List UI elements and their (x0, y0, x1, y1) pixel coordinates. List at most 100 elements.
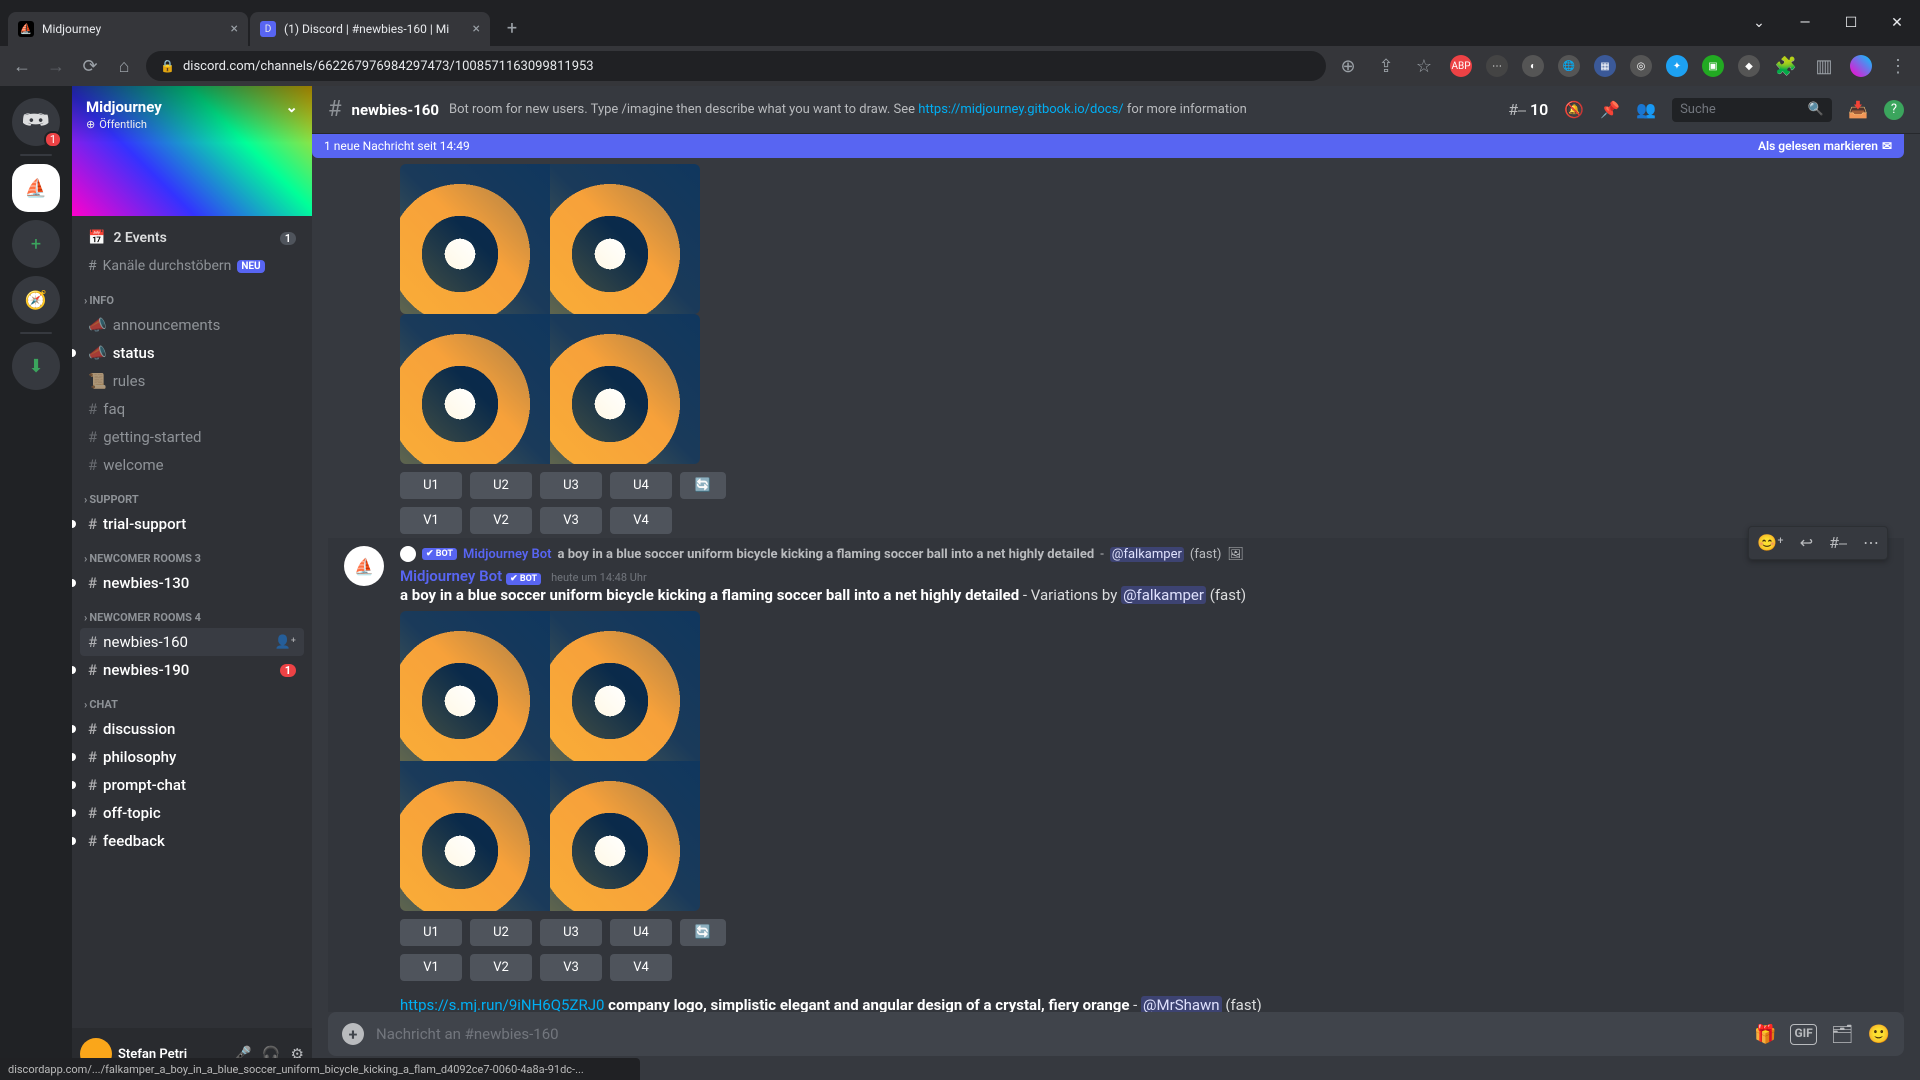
v1-button[interactable]: V1 (400, 954, 462, 981)
extensions-icon[interactable]: 🧩 (1774, 56, 1798, 77)
reload-button[interactable]: ⟳ (78, 56, 102, 77)
translate-icon[interactable]: ⊕ (1336, 56, 1360, 77)
channel-trial-support[interactable]: #trial-support (80, 510, 304, 538)
close-icon[interactable]: × (231, 21, 238, 37)
image-grid[interactable] (400, 164, 700, 314)
back-button[interactable]: ← (10, 56, 34, 77)
category-info[interactable]: › INFO (80, 280, 304, 311)
image-cell[interactable] (550, 761, 700, 911)
author-avatar[interactable]: ⛵ (344, 546, 384, 586)
more-icon[interactable]: ⋯ (1855, 527, 1887, 559)
refresh-button[interactable]: 🔄 (680, 472, 726, 499)
browser-tab-midjourney[interactable]: ⛵ Midjourney × (8, 12, 248, 46)
category-nr3[interactable]: › NEWCOMER ROOMS 3 (80, 538, 304, 569)
message-reply-ref[interactable]: ✔ BOT Midjourney Bot a boy in a blue soc… (400, 546, 1864, 562)
u1-button[interactable]: U1 (400, 472, 462, 499)
category-chat[interactable]: › CHAT (80, 684, 304, 715)
v2-button[interactable]: V2 (470, 954, 532, 981)
gif-icon[interactable]: GIF (1790, 1024, 1816, 1045)
channel-welcome[interactable]: #welcome (80, 451, 304, 479)
image-cell[interactable] (550, 164, 700, 314)
ext-globe-icon[interactable]: 🌐 (1558, 55, 1580, 77)
ext-icon[interactable]: ✦ (1666, 55, 1688, 77)
search-input[interactable]: Suche 🔍 (1672, 98, 1832, 122)
image-grid[interactable] (400, 314, 700, 464)
members-icon[interactable]: 👥 (1636, 100, 1656, 119)
thread-icon[interactable]: #⎯ (1821, 527, 1855, 559)
window-minimize[interactable]: — (1782, 0, 1828, 46)
channel-newbies-160[interactable]: #newbies-160👤⁺ (80, 628, 304, 656)
ext-icon[interactable]: ⋯ (1486, 55, 1508, 77)
v4-button[interactable]: V4 (610, 954, 672, 981)
channel-discussion[interactable]: #discussion (80, 715, 304, 743)
channel-feedback[interactable]: #feedback (80, 827, 304, 855)
channel-faq[interactable]: #faq (80, 395, 304, 423)
channel-rules[interactable]: 📜rules (80, 367, 304, 395)
emoji-icon[interactable]: 🙂 (1868, 1024, 1890, 1045)
ext-icon[interactable]: ▦ (1594, 55, 1616, 77)
pins-icon[interactable]: 📌 (1600, 100, 1620, 119)
ext-abp-icon[interactable]: ABP (1450, 55, 1472, 77)
chrome-menu-icon[interactable]: ⋮ (1886, 56, 1910, 77)
attach-button[interactable]: + (342, 1023, 364, 1045)
ext-icon[interactable]: ◐ (1522, 55, 1544, 77)
bookmark-icon[interactable]: ☆ (1412, 56, 1436, 77)
v3-button[interactable]: V3 (540, 507, 602, 534)
u1-button[interactable]: U1 (400, 919, 462, 946)
home-button[interactable]: ⌂ (112, 56, 136, 77)
v2-button[interactable]: V2 (470, 507, 532, 534)
add-reaction-icon[interactable]: 😊⁺ (1749, 527, 1791, 559)
threads-icon[interactable]: #⎯ 10 (1508, 100, 1548, 120)
message-list[interactable]: U1 U2 U3 U4 🔄 V1 V2 V3 V4 😊⁺ ↩ (312, 158, 1920, 1012)
channel-topic[interactable]: Bot room for new users. Type /imagine th… (449, 102, 1498, 117)
u2-button[interactable]: U2 (470, 472, 532, 499)
forward-button[interactable]: → (44, 56, 68, 77)
u4-button[interactable]: U4 (610, 919, 672, 946)
ext-icon[interactable]: ◆ (1738, 55, 1760, 77)
image-cell[interactable] (400, 314, 550, 464)
v3-button[interactable]: V3 (540, 954, 602, 981)
download-button[interactable]: ⬇ (12, 342, 60, 390)
channel-philosophy[interactable]: #philosophy (80, 743, 304, 771)
image-grid[interactable] (400, 611, 700, 911)
channel-getting-started[interactable]: #getting-started (80, 423, 304, 451)
discover-button[interactable]: 🧭 (12, 276, 60, 324)
image-cell[interactable] (550, 314, 700, 464)
author-name[interactable]: Midjourney Bot (400, 567, 502, 585)
sticker-icon[interactable]: 🗂 (1831, 1024, 1854, 1045)
image-cell[interactable] (550, 611, 700, 761)
category-nr4[interactable]: › NEWCOMER ROOMS 4 (80, 597, 304, 628)
ref-mention[interactable]: @falkamper (1110, 547, 1184, 562)
v1-button[interactable]: V1 (400, 507, 462, 534)
new-message-bar[interactable]: 1 neue Nachricht seit 14:49 Als gelesen … (312, 134, 1904, 158)
close-icon[interactable]: × (473, 21, 480, 37)
reply-icon[interactable]: ↩ (1792, 527, 1821, 559)
add-person-icon[interactable]: 👤⁺ (275, 635, 296, 650)
help-icon[interactable]: ? (1884, 100, 1904, 120)
channel-announcements[interactable]: 📣announcements (80, 311, 304, 339)
image-cell[interactable] (400, 611, 550, 761)
inbox-icon[interactable]: 📥 (1848, 100, 1868, 119)
gift-icon[interactable]: 🎁 (1754, 1024, 1776, 1045)
dm-button[interactable]: 1 (12, 98, 60, 146)
share-icon[interactable]: ⇪ (1374, 56, 1398, 77)
u4-button[interactable]: U4 (610, 472, 672, 499)
sidepanel-icon[interactable]: ▥ (1812, 56, 1836, 77)
refresh-button[interactable]: 🔄 (680, 919, 726, 946)
chrome-dropdown-icon[interactable]: ⌄ (1736, 0, 1782, 46)
channel-newbies-190[interactable]: #newbies-1901 (80, 656, 304, 684)
chevron-down-icon[interactable]: ⌄ (285, 98, 298, 116)
ext-icon[interactable]: ◎ (1630, 55, 1652, 77)
v4-button[interactable]: V4 (610, 507, 672, 534)
u2-button[interactable]: U2 (470, 919, 532, 946)
u3-button[interactable]: U3 (540, 919, 602, 946)
image-cell[interactable] (400, 164, 550, 314)
window-maximize[interactable]: ☐ (1828, 0, 1874, 46)
channel-newbies-130[interactable]: #newbies-130 (80, 569, 304, 597)
mute-icon[interactable]: 🔕 (1564, 100, 1584, 119)
browser-tab-discord[interactable]: D (1) Discord | #newbies-160 | Mi × (250, 12, 490, 46)
add-server-button[interactable]: + (12, 220, 60, 268)
mention[interactable]: @MrShawn (1141, 996, 1222, 1012)
server-midjourney[interactable]: ⛵ (12, 164, 60, 212)
channel-prompt-chat[interactable]: #prompt-chat (80, 771, 304, 799)
